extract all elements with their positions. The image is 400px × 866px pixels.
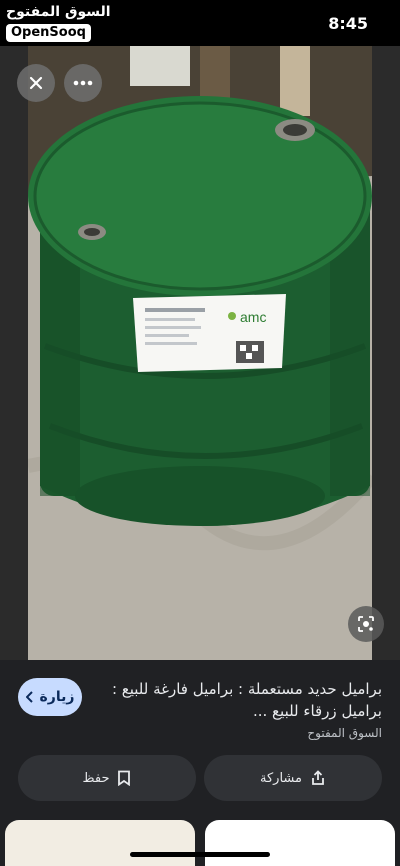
- result-title[interactable]: براميل حديد مستعملة : براميل فارغة للبيع…: [90, 678, 382, 722]
- more-options-button[interactable]: [64, 64, 102, 102]
- result-image: amc: [0, 46, 400, 660]
- chevron-left-icon: [25, 691, 33, 703]
- related-thumbnail[interactable]: [205, 820, 395, 866]
- visit-button[interactable]: زيارة: [18, 678, 82, 716]
- more-horizontal-icon: [73, 80, 93, 86]
- visit-label: زيارة: [39, 689, 75, 705]
- result-source: السوق المفتوح: [307, 726, 382, 740]
- drum-label-brand: amc: [240, 309, 266, 325]
- save-label: حفظ: [82, 770, 110, 786]
- share-button[interactable]: مشاركة: [204, 755, 382, 801]
- bookmark-icon: [118, 770, 131, 786]
- close-button[interactable]: [17, 64, 55, 102]
- brand-arabic: السوق المفتوح: [6, 4, 111, 20]
- viewer-left-edge: [0, 46, 28, 660]
- image-viewer: amc: [0, 46, 400, 660]
- status-time: 8:45: [328, 14, 368, 33]
- close-icon: [29, 76, 43, 90]
- share-icon: [312, 770, 324, 785]
- status-bar: السوق المفتوح OpenSooq 8:45: [0, 0, 400, 46]
- brand-latin: OpenSooq: [6, 24, 91, 42]
- viewer-right-edge: [372, 46, 400, 660]
- lens-icon: [358, 616, 374, 632]
- result-panel: زيارة براميل حديد مستعملة : براميل فارغة…: [0, 660, 400, 866]
- save-button[interactable]: حفظ: [18, 755, 196, 801]
- share-label: مشاركة: [260, 770, 302, 786]
- home-indicator: [130, 852, 270, 857]
- related-thumbnail[interactable]: [5, 820, 195, 866]
- opensooq-watermark: السوق المفتوح OpenSooq: [6, 3, 111, 42]
- lens-search-button[interactable]: [348, 606, 384, 642]
